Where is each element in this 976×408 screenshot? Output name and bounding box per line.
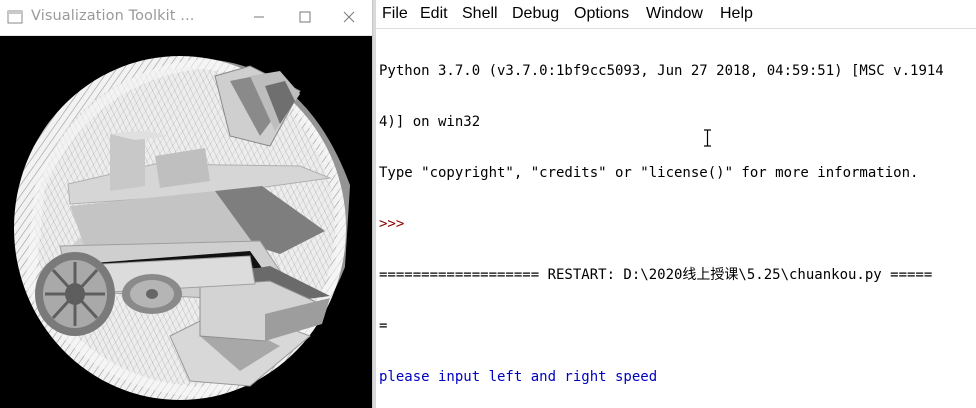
minimize-icon [254, 16, 264, 18]
window-title: Visualization Toolkit ... [31, 8, 195, 24]
menu-window[interactable]: Window [646, 5, 703, 23]
menu-help[interactable]: Help [720, 5, 753, 23]
minimize-button[interactable] [236, 0, 282, 34]
vtk-titlebar[interactable]: Visualization Toolkit ... [0, 0, 372, 36]
shell-line-output: please input left and right speed [379, 369, 658, 385]
wheel-left [35, 252, 115, 336]
shell-line-restart-cont: = [379, 318, 388, 334]
maximize-button[interactable] [282, 0, 328, 34]
menu-options[interactable]: Options [574, 5, 629, 23]
shell-line-info: Type "copyright", "credits" or "license(… [379, 165, 919, 181]
text-cursor-icon [704, 129, 711, 147]
vtk-render-window: Visualization Toolkit ... [0, 0, 372, 408]
wheel-rear [122, 274, 182, 314]
menu-bar: File Edit Shell Debug Options Window Hel… [376, 0, 976, 28]
vtk-render-canvas[interactable] [0, 36, 372, 408]
close-button[interactable] [326, 0, 372, 34]
menu-file[interactable]: File [382, 5, 408, 23]
close-icon [343, 11, 355, 23]
maximize-icon [299, 11, 311, 23]
python-shell-window: File Edit Shell Debug Options Window Hel… [376, 0, 976, 408]
menu-edit[interactable]: Edit [420, 5, 448, 23]
shell-prompt: >>> [379, 216, 413, 232]
menu-debug[interactable]: Debug [512, 5, 559, 23]
shell-line-restart: =================== RESTART: D:\2020线上授课… [379, 267, 933, 283]
menu-shell[interactable]: Shell [462, 5, 498, 23]
shell-output[interactable]: Python 3.7.0 (v3.7.0:1bf9cc5093, Jun 27 … [379, 29, 976, 408]
app-icon [7, 10, 23, 24]
shell-line-platform: 4)] on win32 [379, 114, 481, 130]
shell-line-version: Python 3.7.0 (v3.7.0:1bf9cc5093, Jun 27 … [379, 63, 944, 79]
